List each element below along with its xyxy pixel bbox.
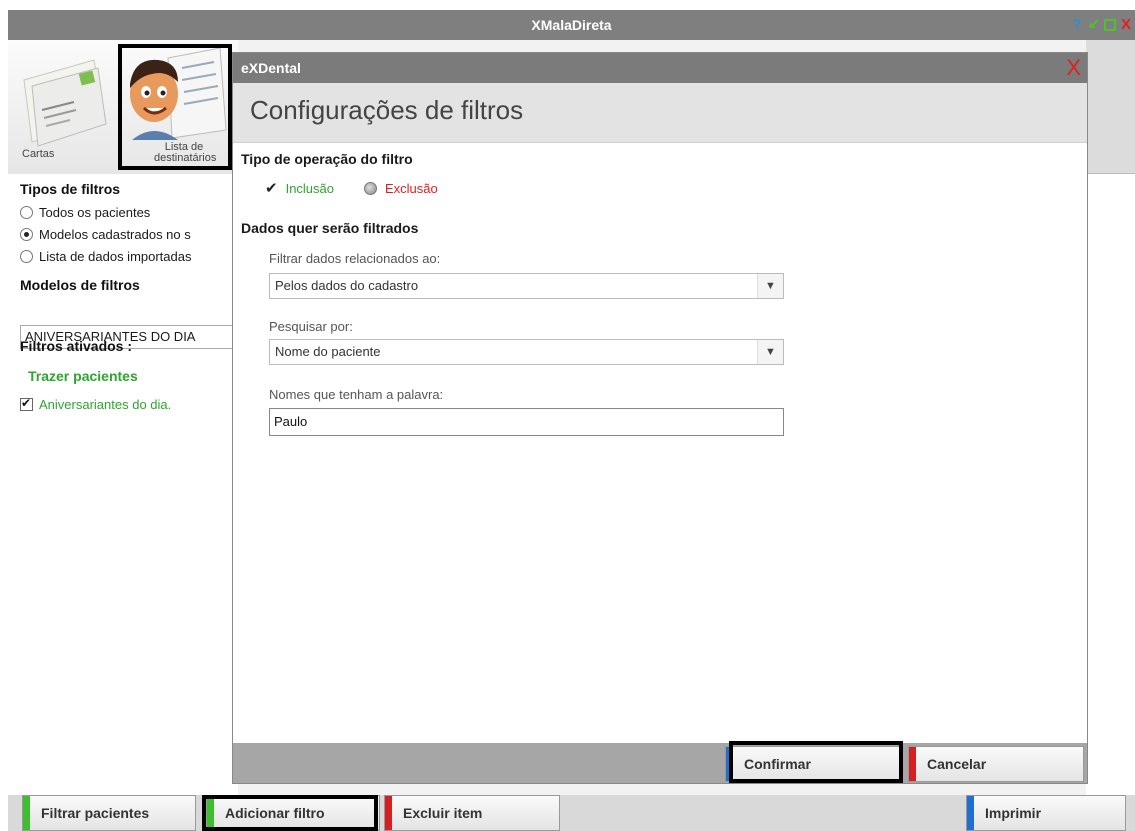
select-value: Nome do paciente — [275, 344, 381, 359]
exclusao-label: Exclusão — [385, 180, 438, 196]
button-label: Excluir item — [403, 805, 483, 821]
radio-icon — [20, 206, 33, 219]
radio-label: Lista de dados importadas — [39, 249, 192, 264]
recipients-icon — [130, 48, 227, 140]
cartas-label: Cartas — [22, 148, 55, 160]
button-label: Cancelar — [927, 756, 987, 772]
button-label: Imprimir — [985, 805, 1042, 821]
close-icon[interactable]: X — [1119, 17, 1133, 33]
operation-options: ✔ Inclusão Exclusão — [265, 179, 438, 197]
exclusao-option[interactable]: Exclusão — [364, 181, 438, 196]
modelos-filtros-title: Modelos de filtros — [20, 277, 140, 293]
radio-label: Modelos cadastrados no s — [39, 227, 191, 242]
cartas-button[interactable]: Cartas — [14, 50, 114, 172]
maximize-icon[interactable] — [1104, 19, 1116, 31]
radio-icon — [20, 250, 33, 263]
window-titlebar: XMalaDireta ? ↙ X — [8, 10, 1135, 40]
radio-icon — [364, 181, 377, 195]
filtros-ativados-title: Filtros ativados : — [20, 338, 133, 354]
filter-config-dialog: eXDental X Configurações de filtros Tipo… — [232, 52, 1088, 784]
dropdown-arrow-icon[interactable]: ▼ — [757, 340, 783, 364]
icon-strip: Cartas Lista de destinatários — [8, 40, 238, 174]
inclusao-label: Inclusão — [285, 180, 334, 196]
trazer-pacientes-label: Trazer pacientes — [28, 368, 138, 384]
blue-stripe — [967, 796, 974, 830]
dialog-header: Configurações de filtros — [233, 83, 1087, 143]
cancelar-button[interactable]: Cancelar — [908, 746, 1084, 782]
left-panel: Cartas Lista de destinatários Tipos de f… — [8, 40, 238, 795]
radio-todos-pacientes[interactable]: Todos os pacientes — [20, 205, 238, 220]
dialog-titlebar: eXDental X — [233, 53, 1087, 83]
imprimir-button[interactable]: Imprimir — [966, 795, 1126, 831]
minimize-icon[interactable]: ↙ — [1087, 17, 1101, 33]
filtrar-dados-select[interactable]: Pelos dados do cadastro ▼ — [269, 273, 784, 299]
button-label: Adicionar filtro — [225, 805, 325, 821]
pesquisar-por-select[interactable]: Nome do paciente ▼ — [269, 339, 784, 365]
button-label: Filtrar pacientes — [41, 805, 150, 821]
dialog-app-title: eXDental — [241, 60, 301, 76]
dialog-heading: Configurações de filtros — [250, 95, 524, 125]
filtrar-pacientes-button[interactable]: Filtrar pacientes — [22, 795, 196, 831]
radio-lista-importadas[interactable]: Lista de dados importadas — [20, 249, 238, 264]
filtro-ativo-item[interactable]: Aniversariantes do dia. — [20, 396, 172, 412]
help-icon[interactable]: ? — [1070, 17, 1084, 33]
inclusao-option[interactable]: ✔ Inclusão — [265, 179, 364, 197]
dialog-close-icon[interactable]: X — [1066, 53, 1081, 83]
radio-label: Todos os pacientes — [39, 205, 151, 220]
blue-stripe — [726, 747, 733, 781]
lista-destinatarios-button[interactable]: Lista de destinatários — [118, 44, 232, 170]
green-stripe — [23, 796, 30, 830]
confirmar-button[interactable]: Confirmar — [725, 746, 902, 782]
red-stripe — [909, 747, 916, 781]
button-label: Confirmar — [744, 756, 811, 772]
adicionar-filtro-button[interactable]: Adicionar filtro — [206, 795, 380, 831]
filtro-ativo-label: Aniversariantes do dia. — [39, 397, 172, 412]
radio-selected-icon — [20, 228, 33, 241]
window-controls: ? ↙ X — [1070, 14, 1133, 36]
excluir-item-button[interactable]: Excluir item — [384, 795, 560, 831]
nomes-palavra-input[interactable]: Paulo — [269, 408, 784, 436]
dropdown-arrow-icon[interactable]: ▼ — [757, 274, 783, 298]
tipos-filtros-title: Tipos de filtros — [20, 181, 121, 197]
bottom-toolbar: Filtrar pacientes Adicionar filtro Exclu… — [8, 795, 1135, 831]
red-stripe — [385, 796, 392, 830]
lista-label: Lista de destinatários — [154, 141, 217, 164]
background-header — [1086, 40, 1135, 174]
filtrar-dados-label: Filtrar dados relacionados ao: — [269, 251, 441, 266]
dados-filtrados-title: Dados quer serão filtrados — [241, 220, 419, 236]
dialog-footer: Confirmar Cancelar — [233, 743, 1087, 783]
pesquisar-por-label: Pesquisar por: — [269, 319, 353, 334]
radio-modelos-cadastrados[interactable]: Modelos cadastrados no s — [20, 227, 238, 242]
checkbox-icon[interactable] — [20, 396, 33, 411]
nomes-palavra-label: Nomes que tenham a palavra: — [269, 387, 444, 402]
tipo-operacao-title: Tipo de operação do filtro — [241, 151, 413, 167]
select-value: Pelos dados do cadastro — [275, 278, 419, 293]
check-icon: ✔ — [265, 180, 278, 197]
green-stripe — [207, 796, 214, 830]
window-title: XMalaDireta — [531, 17, 612, 33]
letters-icon — [23, 59, 107, 147]
